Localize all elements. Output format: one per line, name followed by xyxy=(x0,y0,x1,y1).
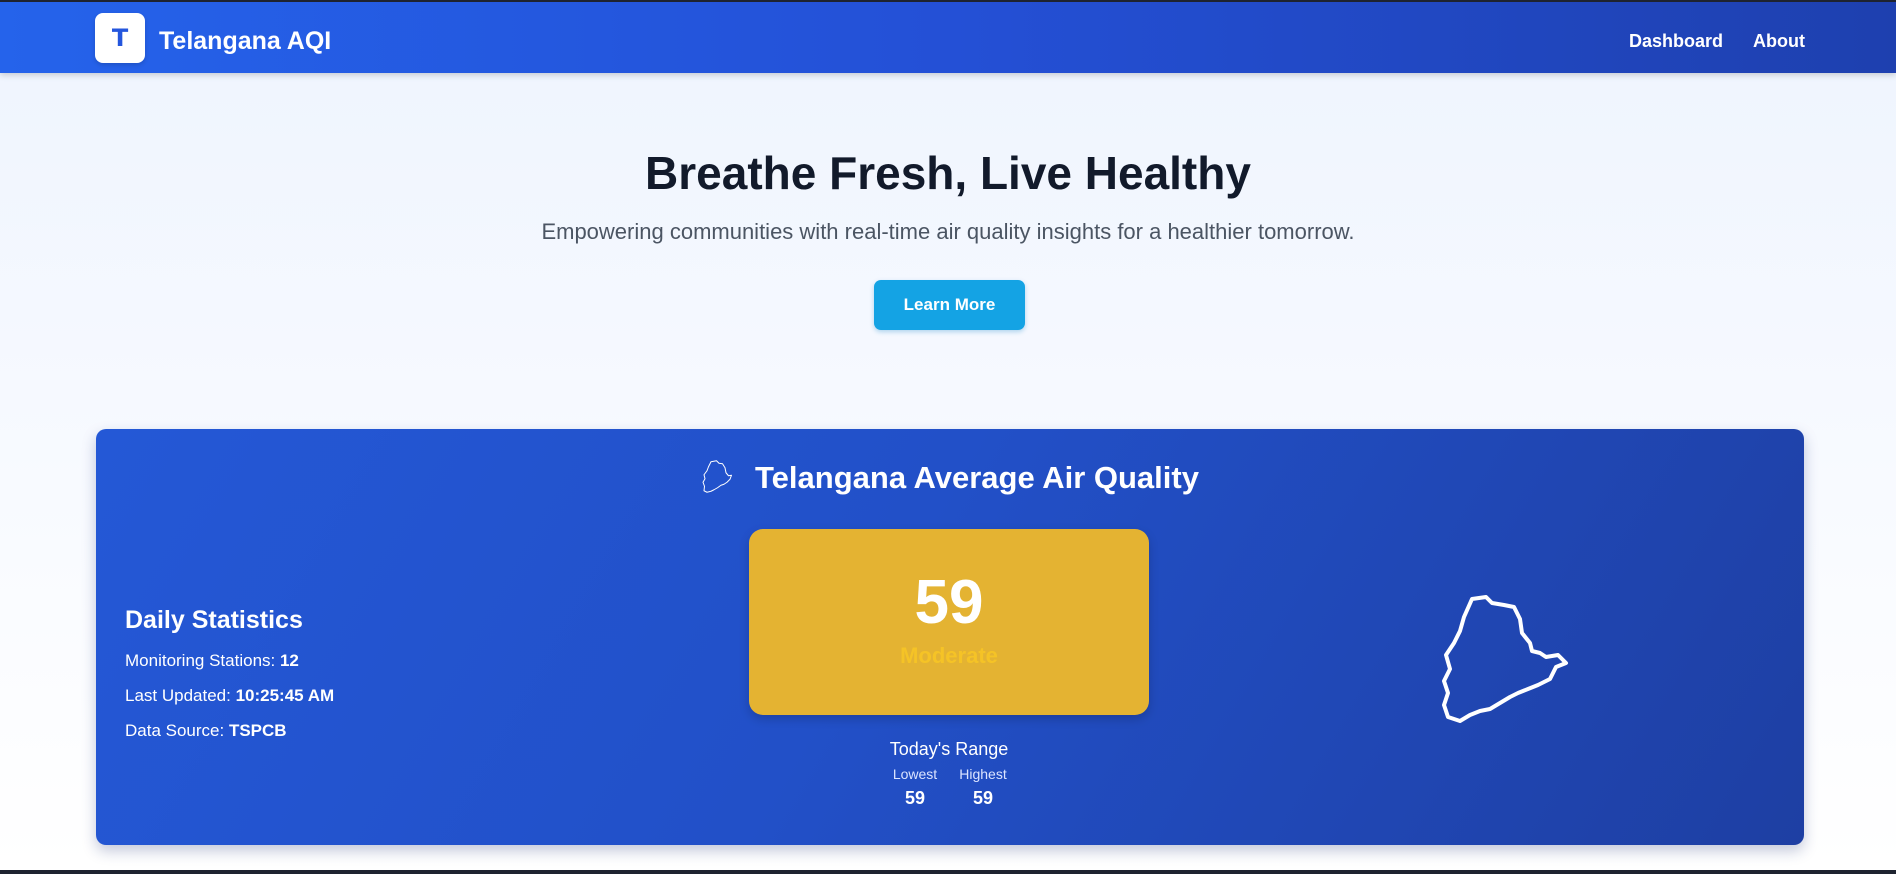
aqi-value-box: 59 Moderate xyxy=(749,529,1149,715)
nav-link-about[interactable]: About xyxy=(1753,30,1805,52)
aqi-value: 59 xyxy=(914,568,984,637)
stat-stations-label: Monitoring Stations: xyxy=(125,651,280,670)
stat-stations: Monitoring Stations: 12 xyxy=(125,650,334,671)
range-lowest-value: 59 xyxy=(904,788,926,808)
aqi-card: Telangana Average Air Quality Daily Stat… xyxy=(96,429,1804,845)
page: T Telangana AQI Dashboard About Breathe … xyxy=(0,2,1896,870)
learn-more-button[interactable]: Learn More xyxy=(874,280,1025,330)
logo[interactable]: T xyxy=(95,13,145,63)
stats-heading: Daily Statistics xyxy=(125,606,303,634)
card-title: Telangana Average Air Quality xyxy=(755,460,1199,495)
range-title: Today's Range xyxy=(889,739,1009,759)
range-lowest-label: Lowest xyxy=(892,766,938,782)
logo-letter: T xyxy=(111,24,129,52)
telangana-map-icon xyxy=(702,460,733,493)
hero-subtitle: Empowering communities with real-time ai… xyxy=(541,219,1355,244)
range-columns: Lowest 59 Highest 59 xyxy=(749,765,1149,810)
range-highest-value: 59 xyxy=(972,788,994,808)
nav-link-dashboard[interactable]: Dashboard xyxy=(1629,30,1723,52)
hero-title: Breathe Fresh, Live Healthy xyxy=(645,147,1251,199)
nav-links: Dashboard About xyxy=(1629,30,1805,52)
card-title-row: Telangana Average Air Quality xyxy=(96,459,1804,497)
stat-updated: Last Updated: 10:25:45 AM xyxy=(125,685,334,706)
navbar: T Telangana AQI Dashboard About xyxy=(0,2,1896,73)
stat-updated-label: Last Updated: xyxy=(125,686,236,705)
stat-stations-value: 12 xyxy=(279,651,299,670)
todays-range: Today's Range Lowest 59 Highest 59 xyxy=(749,738,1149,810)
range-lowest: Lowest 59 xyxy=(891,765,939,810)
stat-source-label: Data Source: xyxy=(125,721,229,740)
range-highest-label: Highest xyxy=(959,766,1007,782)
stat-updated-value: 10:25:45 AM xyxy=(235,686,335,705)
brand-name[interactable]: Telangana AQI xyxy=(159,26,331,56)
range-highest: Highest 59 xyxy=(959,765,1007,810)
aqi-category: Moderate xyxy=(900,643,998,668)
daily-statistics: Daily Statistics Monitoring Stations: 12… xyxy=(125,604,334,755)
telangana-outline-icon xyxy=(1442,595,1568,723)
stat-source-value: TSPCB xyxy=(228,721,287,740)
stat-source: Data Source: TSPCB xyxy=(125,720,334,741)
